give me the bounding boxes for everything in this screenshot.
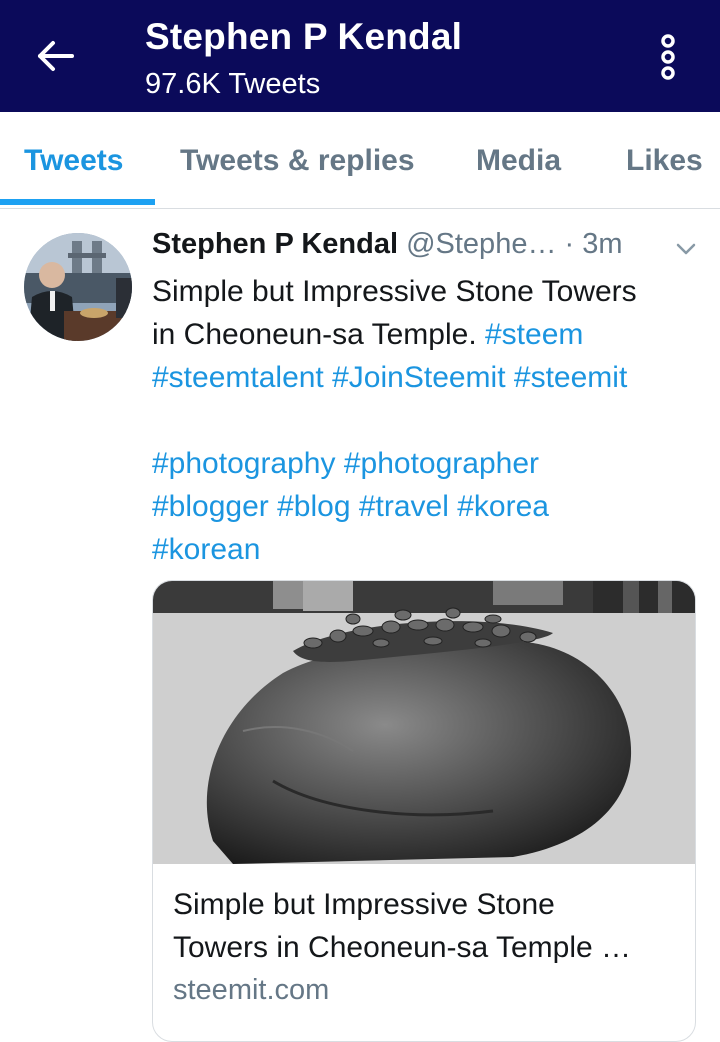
hashtag-travel[interactable]: #travel <box>359 490 449 523</box>
card-title-line-1: Simple but Impressive Stone <box>173 888 555 921</box>
tweet-text-line-2: in Cheoneun-sa Temple. <box>152 318 477 351</box>
tab-media[interactable]: Media <box>476 112 561 208</box>
tweet-author-line: Stephen P Kendal @Stephe… · 3m <box>152 228 623 261</box>
tweet-count: 97.6K Tweets <box>145 68 321 100</box>
hashtag-blog[interactable]: #blog <box>277 490 350 523</box>
hashtag-photographer[interactable]: #photographer <box>344 447 539 480</box>
tweet-body: Simple but Impressive Stone Towers in Ch… <box>152 270 712 571</box>
hashtag-photography[interactable]: #photography <box>152 447 336 480</box>
hashtag-steemtalent[interactable]: #steemtalent <box>152 361 324 394</box>
tweet-timestamp[interactable]: 3m <box>582 228 622 260</box>
hashtag-steem[interactable]: #steem <box>485 318 583 351</box>
top-bar: Stephen P Kendal 97.6K Tweets <box>0 0 720 112</box>
card-title-line-2: Towers in Cheoneun-sa Temple … <box>173 931 632 964</box>
author-name[interactable]: Stephen P Kendal <box>152 228 398 260</box>
card-title: Simple but Impressive Stone Towers in Ch… <box>173 883 683 969</box>
time-separator: · <box>564 228 575 260</box>
hashtag-blogger[interactable]: #blogger <box>152 490 269 523</box>
back-arrow-icon[interactable] <box>34 34 78 78</box>
tab-tweets-replies[interactable]: Tweets & replies <box>180 112 415 208</box>
card-image <box>153 581 695 864</box>
hashtag-korea[interactable]: #korea <box>457 490 549 523</box>
hashtag-korean[interactable]: #korean <box>152 533 260 566</box>
author-handle[interactable]: @Stephe… <box>406 228 556 260</box>
hashtag-joinsteemit[interactable]: #JoinSteemit <box>332 361 505 394</box>
hashtag-steemit[interactable]: #steemit <box>514 361 627 394</box>
avatar[interactable] <box>24 233 132 341</box>
profile-tabs: Tweets Tweets & replies Media Likes <box>0 112 720 209</box>
tweet-text-line-1: Simple but Impressive Stone Towers <box>152 275 637 308</box>
chevron-down-icon[interactable] <box>673 236 699 262</box>
card-domain: steemit.com <box>173 974 330 1006</box>
tab-likes[interactable]: Likes <box>626 112 703 208</box>
active-tab-indicator <box>0 199 155 205</box>
tab-tweets[interactable]: Tweets <box>24 112 123 208</box>
more-options-icon[interactable] <box>650 32 686 82</box>
profile-name-title: Stephen P Kendal <box>145 16 463 57</box>
link-preview-card[interactable]: Simple but Impressive Stone Towers in Ch… <box>152 580 696 1042</box>
